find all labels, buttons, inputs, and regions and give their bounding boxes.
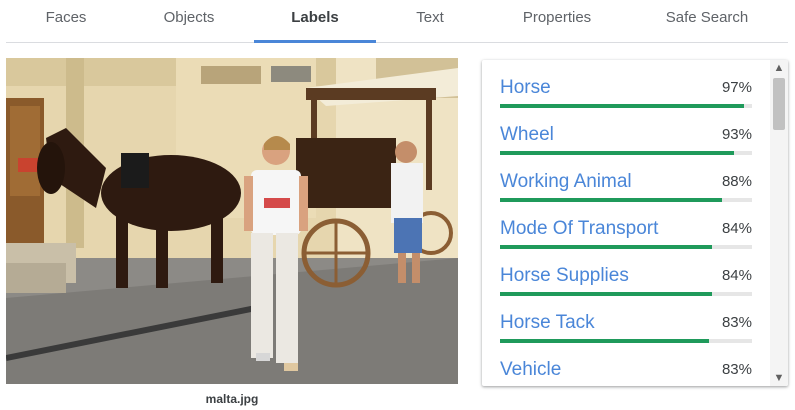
label-name: Working Animal <box>500 171 632 192</box>
label-name: Mode Of Transport <box>500 218 659 239</box>
analyzed-photo <box>6 58 458 384</box>
label-name: Horse Tack <box>500 312 595 333</box>
label-score: 93% <box>721 126 752 143</box>
label-row-horse-tack[interactable]: Horse Tack 83% <box>500 295 752 343</box>
tab-text[interactable]: Text <box>370 0 490 42</box>
tab-faces[interactable]: Faces <box>6 0 126 42</box>
label-name: Wheel <box>500 124 554 145</box>
label-name: Horse <box>500 77 551 98</box>
chevron-down-icon[interactable]: ▼ <box>770 370 788 386</box>
label-name: Horse Supplies <box>500 265 629 286</box>
label-row-wheel[interactable]: Wheel 93% <box>500 107 752 155</box>
label-score: 83% <box>721 314 752 331</box>
tab-safe-search[interactable]: Safe Search <box>646 0 768 42</box>
label-row-horse-supplies[interactable]: Horse Supplies 84% <box>500 248 752 296</box>
label-row-working-animal[interactable]: Working Animal 88% <box>500 154 752 202</box>
label-row-mode-of-transport[interactable]: Mode Of Transport 84% <box>500 201 752 249</box>
label-score: 97% <box>721 79 752 96</box>
labels-scrollbar[interactable]: ▲ ▼ <box>770 60 788 386</box>
labels-list: Horse 97% Wheel 93% Working Animal 88% M… <box>482 60 768 386</box>
tab-labels[interactable]: Labels <box>254 0 376 43</box>
image-filename: malta.jpg <box>205 392 259 406</box>
tab-properties[interactable]: Properties <box>496 0 618 42</box>
label-score: 88% <box>721 173 752 190</box>
label-row-horse[interactable]: Horse 97% <box>500 60 752 108</box>
label-score: 84% <box>721 220 752 237</box>
labels-panel: Horse 97% Wheel 93% Working Animal 88% M… <box>482 60 788 386</box>
label-row-vehicle[interactable]: Vehicle 83% <box>500 342 752 386</box>
tab-objects[interactable]: Objects <box>129 0 249 42</box>
chevron-up-icon[interactable]: ▲ <box>770 60 788 76</box>
label-score: 84% <box>721 267 752 284</box>
tab-bar: Faces Objects Labels Text Properties Saf… <box>6 0 788 43</box>
label-name: Vehicle <box>500 359 562 380</box>
scrollbar-thumb[interactable] <box>773 78 785 130</box>
label-score: 83% <box>721 361 752 378</box>
